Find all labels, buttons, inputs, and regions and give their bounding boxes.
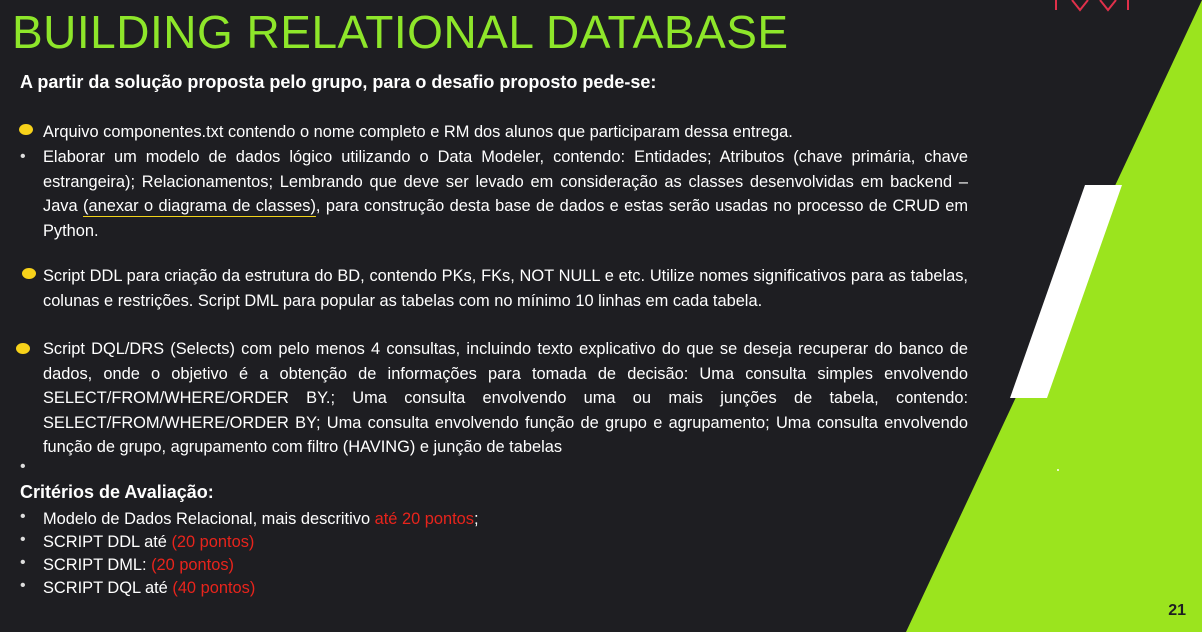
highlight-dot: [22, 268, 36, 279]
list-item-data-model: Elaborar um modelo de dados lógico utili…: [43, 148, 968, 240]
page-number: 21: [1168, 602, 1186, 619]
criteria-item-dql: SCRIPT DQL até (40 pontos): [43, 579, 256, 597]
bullet: •: [20, 577, 26, 594]
page-title: BUILDING RELATIONAL DATABASE: [12, 6, 789, 58]
criteria-item-dml: SCRIPT DML: (20 pontos): [43, 556, 234, 574]
criteria-title: Critérios de Avaliação:: [20, 482, 214, 502]
logo-fragment: [1055, 0, 1129, 12]
list-item-dql: Script DQL/DRS (Selects) com pelo menos …: [43, 340, 968, 456]
bullet: •: [20, 508, 26, 525]
list-item-components: Arquivo componentes.txt contendo o nome …: [43, 123, 793, 141]
dot: [1057, 469, 1059, 471]
bullet: •: [20, 531, 26, 548]
criteria-item-model: Modelo de Dados Relacional, mais descrit…: [43, 510, 479, 528]
highlight-dot: [19, 124, 33, 135]
class-diagram-note: (anexar o diagrama de classes): [83, 197, 316, 215]
list-item-ddl: Script DDL para criação da estrutura do …: [43, 267, 968, 310]
intro-text: A partir da solução proposta pelo grupo,…: [20, 72, 657, 92]
criteria-item-ddl: SCRIPT DDL até (20 pontos): [43, 533, 255, 551]
bullet: •: [20, 554, 26, 571]
highlight-dot: [16, 343, 30, 354]
bullet: •: [20, 458, 26, 475]
bullet: •: [20, 148, 26, 165]
